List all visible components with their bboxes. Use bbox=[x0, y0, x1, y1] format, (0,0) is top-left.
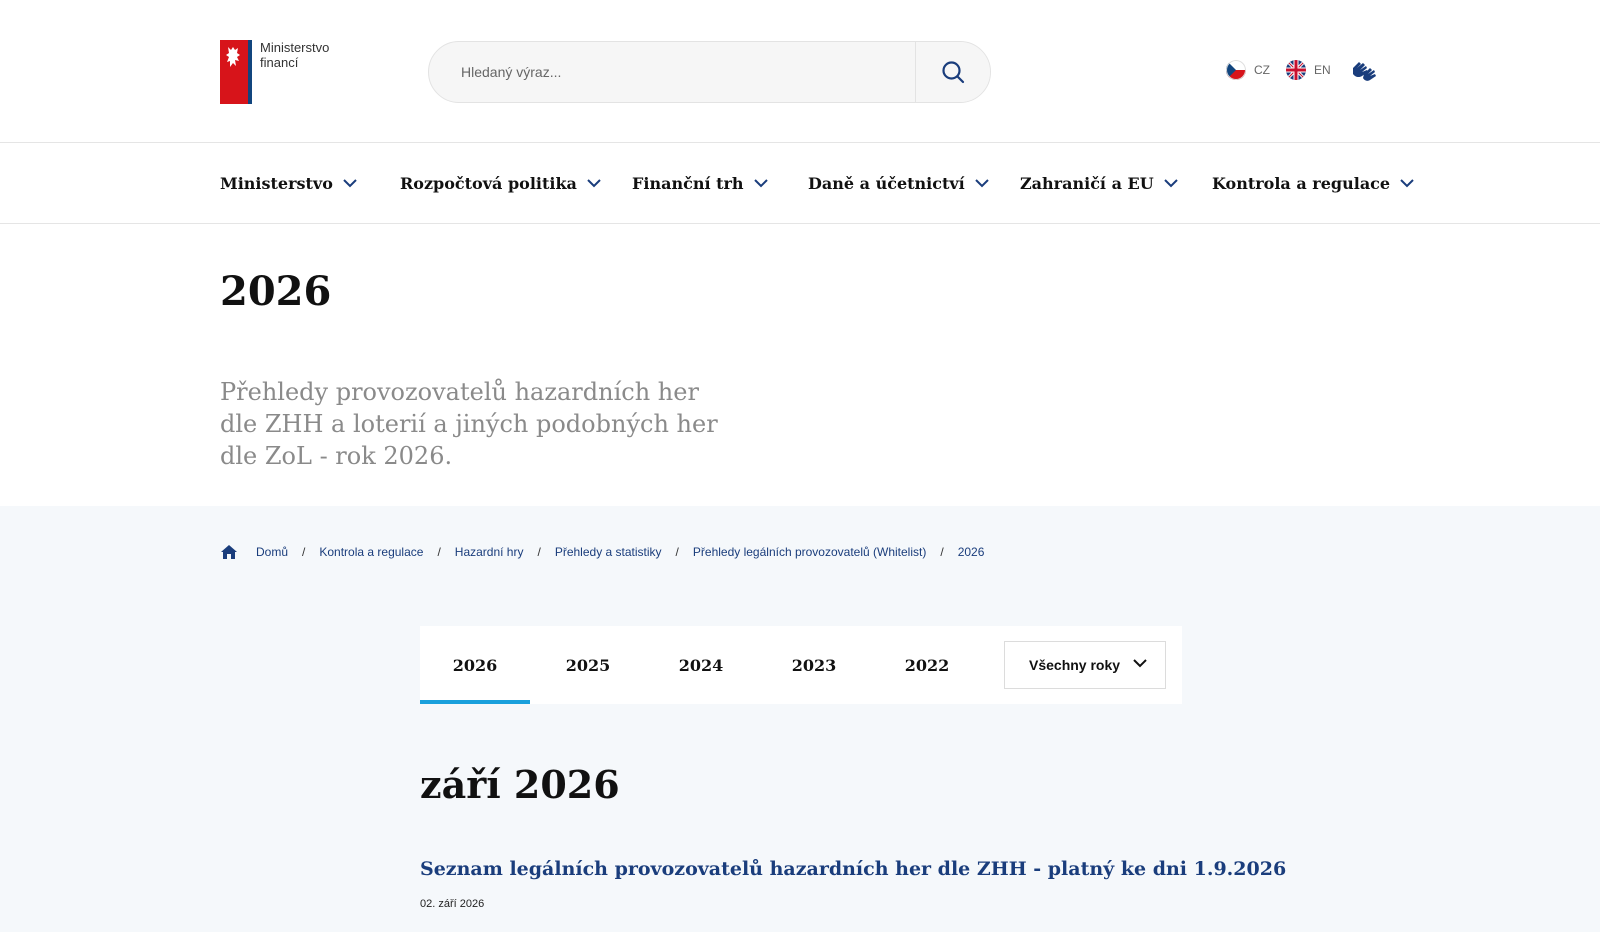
breadcrumb-hazardni-hry[interactable]: Hazardní hry bbox=[455, 545, 524, 559]
tab-label: 2025 bbox=[565, 655, 611, 675]
nav-item-label: Ministerstvo bbox=[220, 173, 333, 193]
nav-item-label: Daně a účetnictví bbox=[808, 173, 965, 193]
document-date: 02. září 2026 bbox=[420, 898, 485, 910]
sign-language-link[interactable] bbox=[1350, 58, 1378, 84]
breadcrumb-whitelist[interactable]: Přehledy legálních provozovatelů (Whitel… bbox=[693, 545, 926, 559]
chevron-down-icon bbox=[343, 178, 357, 187]
nav-item-label: Zahraničí a EU bbox=[1020, 173, 1154, 193]
nav-item-dane-a-ucetnictvi[interactable]: Daně a účetnictví bbox=[808, 143, 989, 223]
page-title: 2026 bbox=[220, 268, 332, 315]
all-years-dropdown[interactable]: Všechny roky bbox=[1004, 641, 1166, 689]
lion-icon bbox=[226, 47, 240, 67]
lang-cz[interactable]: CZ bbox=[1226, 60, 1270, 80]
lang-en-label: EN bbox=[1314, 63, 1331, 77]
logo-line-2: financí bbox=[260, 55, 299, 70]
breadcrumb-prehledy-a-statistiky[interactable]: Přehledy a statistiky bbox=[555, 545, 662, 559]
lang-cz-label: CZ bbox=[1254, 63, 1270, 77]
all-years-label: Všechny roky bbox=[1029, 657, 1121, 673]
chevron-down-icon bbox=[1163, 178, 1178, 187]
logo-line-1: Ministerstvo bbox=[260, 40, 330, 55]
nav-item-kontrola-a-regulace[interactable]: Kontrola a regulace bbox=[1212, 143, 1414, 223]
tab-2024[interactable]: 2024 bbox=[646, 626, 756, 704]
breadcrumb-kontrola-a-regulace[interactable]: Kontrola a regulace bbox=[319, 545, 423, 559]
nav-item-financni-trh[interactable]: Finanční trh bbox=[632, 143, 768, 223]
home-icon[interactable] bbox=[220, 544, 238, 560]
search-box bbox=[428, 41, 991, 103]
nav-item-ministerstvo[interactable]: Ministerstvo bbox=[220, 143, 357, 223]
tab-label: 2023 bbox=[791, 655, 837, 675]
tab-label: 2026 bbox=[452, 655, 498, 675]
uk-flag-icon bbox=[1286, 60, 1306, 80]
site-header: Ministerstvo financí CZ bbox=[0, 0, 1600, 142]
search-button[interactable] bbox=[915, 42, 990, 102]
logo-text: Ministerstvo financí bbox=[260, 40, 329, 70]
tab-label: 2024 bbox=[678, 655, 724, 675]
chevron-down-icon bbox=[975, 178, 989, 187]
breadcrumb: Domů / Kontrola a regulace / Hazardní hr… bbox=[220, 544, 984, 560]
year-tabs: 2026 2025 2024 2023 2022 Všechny roky bbox=[420, 626, 1182, 704]
search-input[interactable] bbox=[429, 42, 919, 102]
czech-flag-icon bbox=[1226, 60, 1246, 80]
tab-label: 2022 bbox=[904, 655, 950, 675]
tab-2025[interactable]: 2025 bbox=[533, 626, 643, 704]
sign-language-icon bbox=[1353, 62, 1376, 81]
nav-item-zahranici-a-eu[interactable]: Zahraničí a EU bbox=[1020, 143, 1178, 223]
nav-item-label: Rozpočtová politika bbox=[400, 173, 577, 193]
document-link[interactable]: Seznam legálních provozovatelů hazardníc… bbox=[420, 858, 1286, 880]
nav-item-label: Kontrola a regulace bbox=[1212, 173, 1391, 193]
breadcrumb-current[interactable]: 2026 bbox=[958, 545, 985, 559]
search-icon bbox=[942, 61, 965, 84]
breadcrumb-domu[interactable]: Domů bbox=[256, 545, 288, 559]
nav-item-rozpoctova-politika[interactable]: Rozpočtová politika bbox=[400, 143, 601, 223]
chevron-down-icon bbox=[753, 178, 768, 187]
tab-2023[interactable]: 2023 bbox=[759, 626, 869, 704]
tab-2026[interactable]: 2026 bbox=[420, 626, 530, 704]
page-lead: Přehledy provozovatelů hazardních her dl… bbox=[220, 378, 718, 470]
month-heading: září 2026 bbox=[420, 762, 620, 807]
chevron-down-icon bbox=[587, 178, 601, 187]
ministry-logo[interactable]: Ministerstvo financí bbox=[220, 40, 329, 104]
lang-en[interactable]: EN bbox=[1286, 60, 1331, 80]
tab-2022[interactable]: 2022 bbox=[872, 626, 982, 704]
chevron-down-icon bbox=[1133, 659, 1147, 668]
nav-item-label: Finanční trh bbox=[632, 173, 744, 193]
ministry-emblem bbox=[220, 40, 252, 104]
main-navigation: Ministerstvo Rozpočtová politika Finančn… bbox=[0, 142, 1600, 224]
chevron-down-icon bbox=[1400, 178, 1414, 187]
